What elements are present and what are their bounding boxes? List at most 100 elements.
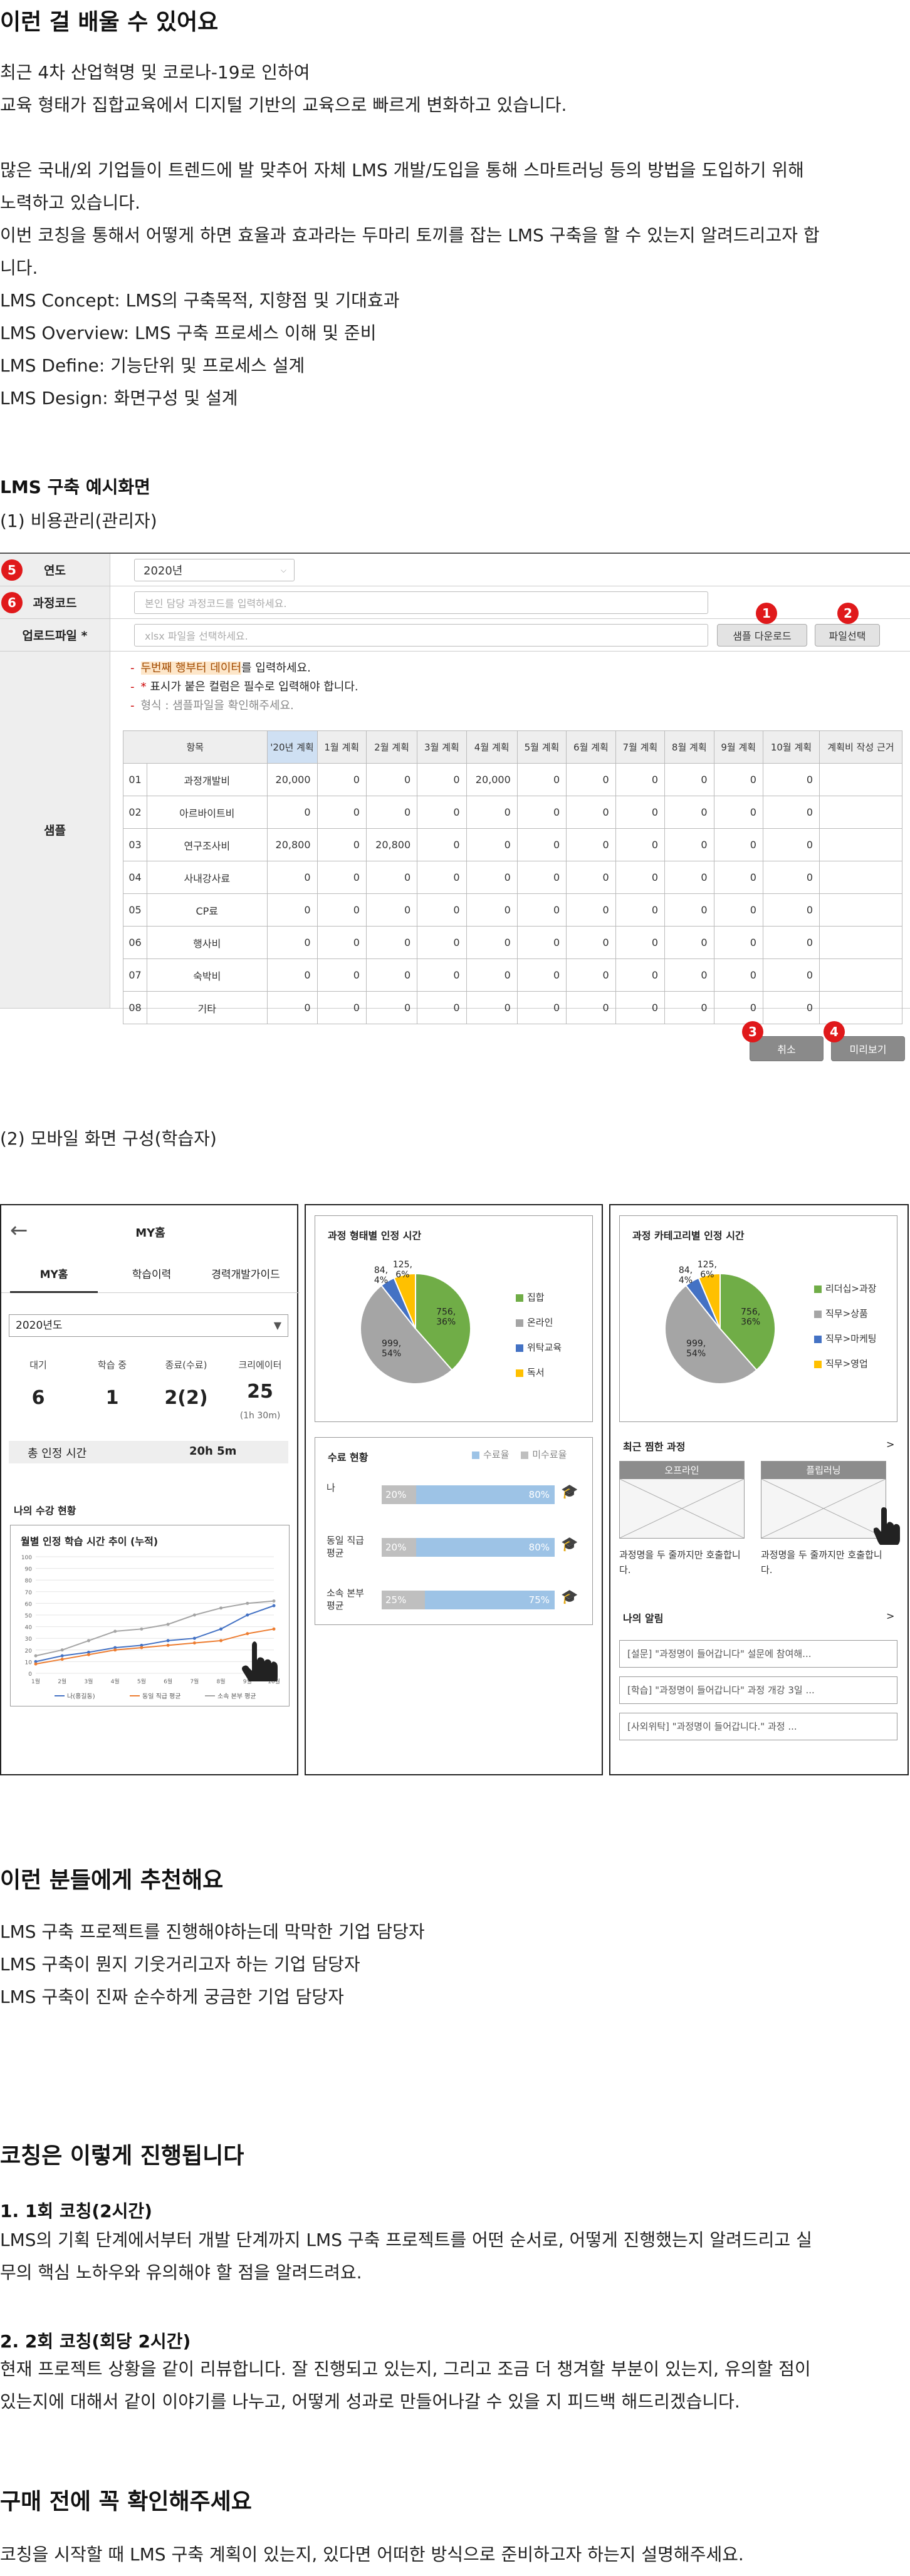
table-cell: 20,800 [365,828,418,861]
table-cell: 0 [713,958,763,992]
table-cell: 0 [713,926,763,959]
data-point [140,1646,144,1649]
table-header: 10월 계획 [762,730,820,764]
table-cell: 과정개발비 [147,763,268,796]
table-header: 6월 계획 [566,730,616,764]
table-cell: 0 [365,763,418,796]
course-code-input[interactable]: 본인 담당 과정코드를 입력하세요. [134,591,708,614]
legend-item: 직무>상품 [814,1301,877,1326]
year-select[interactable]: 2020년 ⌵ [134,559,295,581]
alert-item[interactable]: [설문] "과정명이 들어갑니다" 설문에 참여해... [619,1640,897,1668]
select-file-button[interactable]: 파일선택 [815,624,880,647]
example-title: LMS 구축 예시화면 [0,477,150,497]
tab-myhome[interactable]: MY홈 [10,1262,98,1293]
table-cell: 0 [316,796,367,829]
image-placeholder-icon [761,1478,886,1539]
year-select[interactable]: 2020년도 ▼ [9,1314,288,1337]
tab-career-guide[interactable]: 경력개발가이드 [196,1262,296,1293]
alerts-more-link[interactable]: > [886,1610,894,1622]
mobile-recent-panel: 과정 카테고리별 인정 시간 756, 36% 999, 54% 84, 4% 125, 6%… [609,1204,909,1775]
table-row: 08 기타 0 0 0 0 0 0 0 0 0 0 0 [123,991,902,1024]
table-cell: 0 [466,861,518,894]
hand-cursor-icon [242,1641,278,1681]
legend-label: 동일 직급 평균 [142,1693,181,1700]
table-cell: 0 [664,958,714,992]
sample-download-button[interactable]: 샘플 다운로드 [717,624,807,647]
y-tick-label: 20 [25,1648,33,1654]
legend-label: 미수료율 [532,1449,567,1460]
table-cell: 0 [762,926,820,959]
data-point [272,1604,276,1607]
pie-label: 756, 36% [741,1307,760,1327]
recent-card-image[interactable]: 오프라인 [619,1461,745,1539]
intro-line: 많은 국내/외 기업들이 트렌드에 발 맞추어 자체 LMS 개발/도입을 통해… [0,160,804,180]
data-point [86,1653,90,1656]
section-title-recommend: 이런 분들에게 추천해요 [0,1867,224,1893]
cancel-button[interactable]: 취소 [750,1036,824,1061]
table-cell: 0 [266,958,318,992]
table-header: 7월 계획 [615,730,666,764]
recent-card-image[interactable]: 플립러닝 [761,1461,886,1539]
step-badge: 1 [756,603,777,624]
alert-item[interactable]: [학습] "과정명이 들어갑니다" 과정 개강 3일 ... [619,1676,897,1704]
completion-bar-grey: 20% [382,1538,417,1557]
table-header: 5월 계획 [516,730,567,764]
intro-line: 교육 형태가 집합교육에서 디지털 기반의 교육으로 빠르게 변화하고 있습니다… [0,95,567,115]
table-cell: 0 [516,958,567,992]
table-cell: 20,000 [466,763,518,796]
upload-row: 업로드파일 * xlsx 파일을 선택하세요. 샘플 다운로드 파일선택 [0,619,910,652]
table-cell: 0 [664,796,714,829]
table-cell: 0 [566,796,616,829]
y-tick-label: 40 [25,1625,33,1631]
data-point [272,1627,276,1631]
note-highlight: 두번째 행부터 데이터 [140,662,241,675]
alert-item[interactable]: [사외위탁] "과정명이 들어갑니다." 과정 ... [619,1713,897,1740]
legend-swatch [521,1451,529,1459]
table-cell: 0 [664,828,714,861]
pie-title: 과정 형태별 인정 시간 [328,1230,422,1242]
step-badge: 5 [1,559,23,581]
table-cell: 0 [664,861,714,894]
legend-item: 리더십>과장 [814,1276,877,1301]
x-tick-label: 6월 [164,1678,172,1685]
table-cell: 05 [123,893,147,927]
legend-label: 수료율 [483,1449,510,1460]
section-title-learn: 이런 걸 배울 수 있어요 [0,9,219,35]
upload-file-input[interactable]: xlsx 파일을 선택하세요. [134,624,708,647]
table-cell: 숙박비 [147,958,268,992]
table-cell: 0 [664,991,714,1024]
y-tick-label: 80 [25,1578,33,1584]
table-cell: 02 [123,796,147,829]
table-cell: 0 [516,763,567,796]
tab-history[interactable]: 학습이력 [108,1262,196,1293]
pie-legend: 리더십>과장 직무>상품 직무>마케팅 직무>영업 [814,1276,877,1376]
intro-line: 니다. [0,257,38,278]
table-header: 9월 계획 [713,730,763,764]
table-cell: 0 [516,893,567,927]
chevron-down-icon: ⌵ [280,565,286,574]
y-tick-label: 30 [25,1636,33,1643]
table-cell [819,796,902,829]
table-cell: 0 [762,991,820,1024]
year-select-value: 2020년 [144,564,183,578]
example-subtitle: (1) 비용관리(관리자) [0,511,157,531]
table-cell: 0 [316,828,367,861]
recent-more-link[interactable]: > [886,1438,894,1450]
data-point [192,1636,196,1640]
stat-label: 대기 [29,1359,47,1371]
table-cell: 0 [417,991,467,1024]
table-cell: 0 [466,991,518,1024]
table-cell [819,828,902,861]
preview-button[interactable]: 미리보기 [831,1036,905,1061]
my-status-title: 나의 수강 현황 [14,1505,76,1517]
table-cell: 0 [615,926,666,959]
table-cell: 0 [762,893,820,927]
recommend-item: LMS 구축이 뭔지 기웃거리고자 하는 기업 담당자 [0,1954,360,1975]
data-point [272,1599,276,1603]
legend-item: 독서 [516,1360,562,1385]
line-chart-title: 월별 인정 학습 시간 추이 (누적) [21,1535,159,1547]
legend-label: 직무>상품 [825,1308,868,1319]
creator-sub: (1h 30m) [239,1411,281,1421]
legend-swatch [516,1294,523,1302]
data-point [86,1639,90,1643]
